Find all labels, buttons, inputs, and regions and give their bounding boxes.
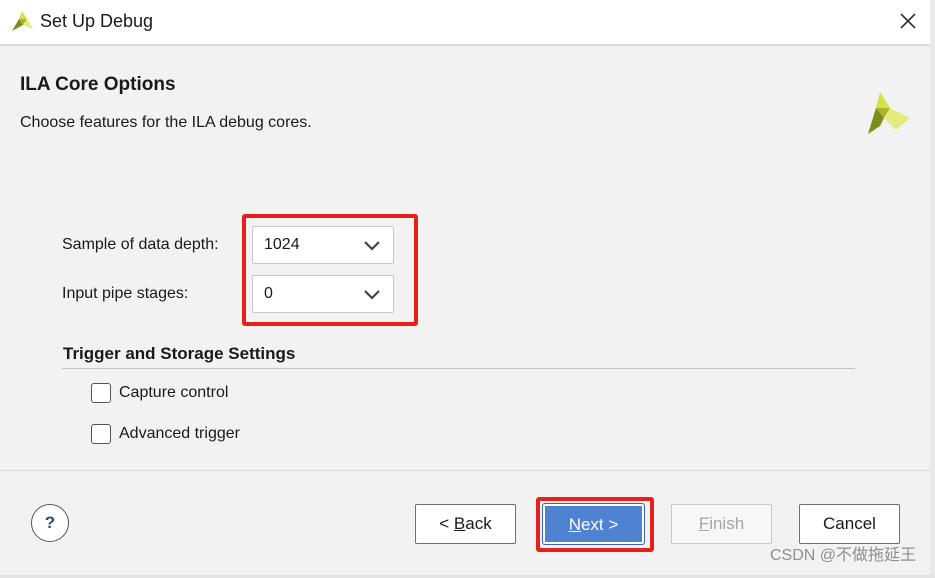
finish-mnemonic: F	[698, 514, 710, 533]
dialog-content: ILA Core Options Choose features for the…	[0, 46, 930, 470]
page-subtitle: Choose features for the ILA debug cores.	[20, 114, 312, 131]
window-frame-edge	[930, 0, 935, 578]
window-title: Set Up Debug	[40, 11, 154, 31]
trigger-section-title: Trigger and Storage Settings	[63, 344, 296, 363]
close-icon[interactable]	[895, 8, 921, 34]
help-button[interactable]: ?	[31, 504, 69, 542]
capture-control-label: Capture control	[119, 384, 229, 401]
back-button[interactable]: < Back	[415, 504, 516, 544]
back-rest: ack	[465, 514, 492, 533]
page-title: ILA Core Options	[20, 74, 176, 95]
cancel-button[interactable]: Cancel	[799, 504, 900, 544]
title-bar: Set Up Debug	[0, 0, 930, 44]
back-prefix: <	[439, 514, 454, 533]
help-icon: ?	[44, 513, 56, 532]
pipe-stages-label: Input pipe stages:	[62, 285, 189, 302]
advanced-trigger-label: Advanced trigger	[119, 425, 240, 442]
dialog-footer: ? < Back Next > Finish Cancel CSDN @不做拖延…	[0, 471, 930, 575]
finish-rest: inish	[709, 514, 745, 533]
back-mnemonic: B	[453, 514, 466, 533]
highlight-box-options	[242, 214, 418, 326]
section-divider	[62, 368, 855, 369]
watermark-text: CSDN @不做拖延王	[769, 547, 916, 564]
highlight-box-next	[536, 497, 654, 552]
xilinx-logo-icon	[868, 92, 910, 134]
checkbox-box[interactable]	[91, 424, 111, 444]
finish-button: Finish	[671, 504, 772, 544]
checkbox-box[interactable]	[91, 383, 111, 403]
sample-depth-label: Sample of data depth:	[62, 236, 219, 253]
xilinx-logo-icon	[12, 11, 33, 31]
